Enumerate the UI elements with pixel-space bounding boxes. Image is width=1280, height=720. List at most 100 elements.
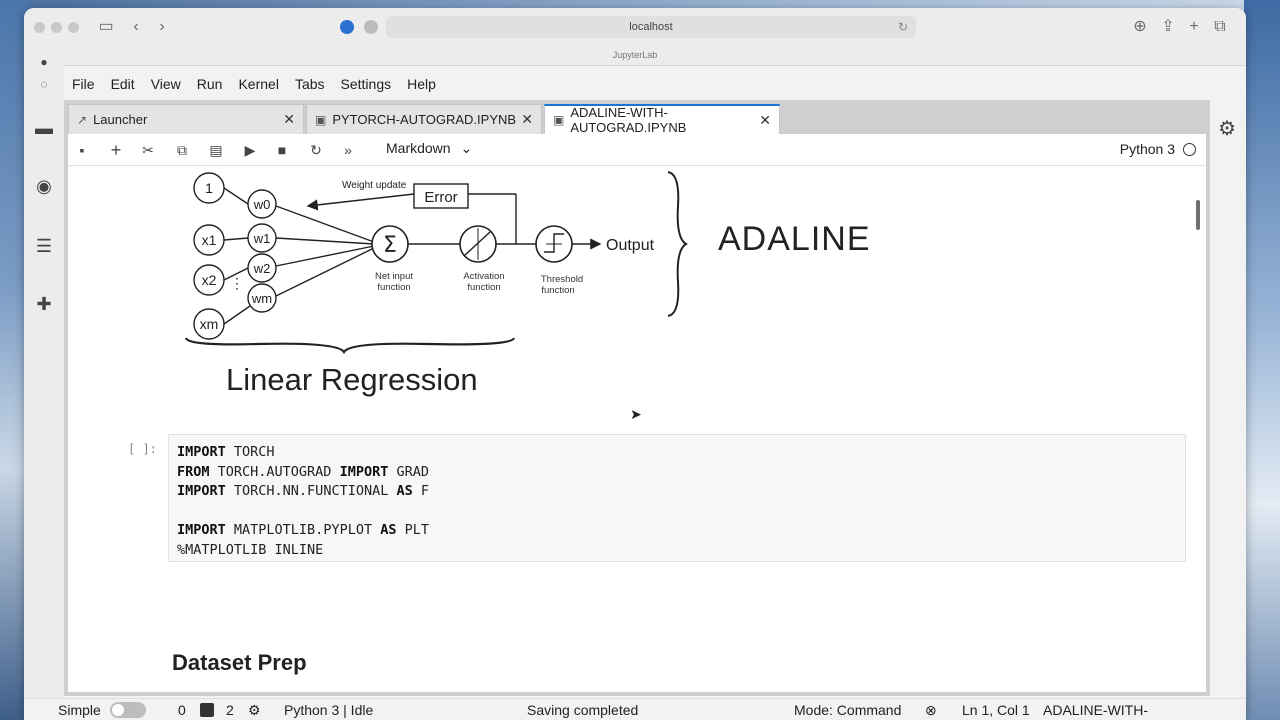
forward-icon[interactable]: › — [152, 18, 172, 36]
back-icon[interactable]: ‹ — [126, 18, 146, 36]
menu-edit[interactable]: Edit — [103, 76, 143, 92]
save-icon[interactable]: ▪ — [72, 140, 92, 160]
menu-run[interactable]: Run — [189, 76, 231, 92]
activation-caption-1: Activation — [463, 271, 504, 282]
linear-regression-brace — [184, 337, 516, 355]
paste-icon[interactable]: ▤ — [206, 140, 226, 160]
input-nodes — [193, 172, 225, 340]
folder-icon[interactable]: ▬ — [32, 116, 56, 140]
menu-view[interactable]: View — [143, 76, 189, 92]
mouse-cursor-icon: ➤ — [630, 406, 642, 422]
code-cell[interactable]: IMPORT TORCH FROM TORCH.AUTOGRAD IMPORT G… — [168, 434, 1186, 562]
insert-cell-icon[interactable]: + — [106, 140, 126, 160]
terminals-count[interactable]: 0 — [178, 702, 186, 718]
run-all-icon[interactable]: » — [338, 140, 358, 160]
net-input-caption-2: function — [377, 282, 410, 293]
output-label: Output — [606, 237, 655, 254]
new-tab-icon[interactable]: + — [1184, 18, 1204, 36]
close-icon[interactable]: ✕ — [283, 111, 295, 128]
close-icon[interactable]: ✕ — [759, 112, 771, 129]
code-editor[interactable]: IMPORT TORCH FROM TORCH.AUTOGRAD IMPORT G… — [177, 443, 429, 560]
scrollbar-thumb[interactable] — [1196, 200, 1200, 230]
menu-tabs[interactable]: Tabs — [287, 76, 333, 92]
trust-icon[interactable]: ⊗ — [925, 702, 937, 719]
cursor-position[interactable]: Ln 1, Col 1 — [962, 702, 1030, 718]
close-window-button[interactable] — [34, 22, 45, 33]
copy-icon[interactable]: ⧉ — [172, 140, 192, 160]
tab-overview-icon[interactable]: ⧉ — [1210, 18, 1230, 36]
input-1-label: 1 — [205, 180, 213, 196]
code-text: TORCH.NN.FUNCTIONAL — [225, 483, 397, 499]
kernels-count[interactable]: 2 — [226, 702, 234, 718]
status-filename: ADALINE-WITH-AUTOGRAD.IPYNB — [1043, 702, 1168, 720]
restart-icon[interactable]: ↻ — [306, 140, 326, 160]
save-status: Saving completed — [527, 702, 639, 718]
input-x2-label: x2 — [202, 272, 217, 288]
weight-update-label: Weight update — [342, 180, 407, 191]
adaline-title: ADALINE — [718, 220, 871, 258]
share-icon[interactable]: ⇪ — [1158, 18, 1178, 36]
kernel-status-icon — [1183, 143, 1196, 156]
kernel-status[interactable]: Python 3 | Idle — [284, 702, 373, 718]
code-line: IMPORT TORCH.NN.FUNCTIONAL AS F — [177, 482, 429, 502]
weight-w0-label: w0 — [253, 197, 271, 212]
notebook-icon: ▣ — [315, 112, 327, 127]
extensions-icon[interactable]: ✚ — [32, 292, 56, 316]
code-text: PLT — [396, 522, 429, 538]
run-icon[interactable]: ▶ — [240, 140, 260, 160]
adaline-brace — [667, 171, 688, 317]
input-xm-label: xm — [200, 316, 219, 332]
zoom-window-button[interactable] — [68, 22, 79, 33]
simple-mode-toggle[interactable] — [110, 702, 146, 718]
terminal-icon — [200, 703, 214, 717]
statusbar: Simple 0 2 ⚙ Python 3 | Idle Saving comp… — [24, 698, 1246, 720]
reload-icon[interactable]: ↻ — [898, 16, 908, 38]
github-icon[interactable]: ● — [32, 50, 56, 74]
minimize-window-button[interactable] — [51, 22, 62, 33]
tab-adaline-with-autograd[interactable]: ▣ ADALINE-WITH-AUTOGRAD.IPYNB ✕ — [544, 104, 780, 135]
adaline-diagram: 1 x1 x2 xm w0 w1 w2 wm ⋮ Σ Error Weight … — [184, 171, 688, 355]
net-input-caption-1: Net input — [375, 271, 413, 282]
stop-icon[interactable]: ■ — [272, 140, 292, 160]
jupyter-left-sidebar: ● ◌ ▬ ◉ ☰ ✚ — [24, 48, 64, 720]
tab-label: Launcher — [93, 112, 148, 127]
tab-label: PYTORCH-AUTOGRAD.IPYNB — [332, 112, 517, 127]
menu-file[interactable]: File — [64, 76, 103, 92]
sidebar-toggle-icon[interactable]: ▭ — [96, 18, 116, 36]
code-keyword: AS — [396, 483, 413, 499]
property-inspector-icon[interactable]: ⚙ — [1218, 116, 1236, 141]
threshold-caption-1: Threshold — [541, 274, 583, 285]
download-icon[interactable]: ⊕ — [1130, 18, 1150, 36]
threshold-caption-2: function — [541, 285, 574, 296]
weight-w2-label: w2 — [253, 261, 271, 276]
code-line: IMPORT MATPLOTLIB.PYPLOT AS PLT — [177, 521, 429, 541]
notebook-panel[interactable]: 1 x1 x2 xm w0 w1 w2 wm ⋮ Σ Error Weight … — [68, 166, 1206, 692]
close-icon[interactable]: ✕ — [521, 111, 533, 128]
tab-label: ADALINE-WITH-AUTOGRAD.IPYNB — [570, 105, 687, 135]
menu-kernel[interactable]: Kernel — [230, 76, 286, 92]
menubar: File Edit View Run Kernel Tabs Settings Help — [64, 70, 444, 98]
tab-launcher[interactable]: ↗ Launcher ✕ — [68, 104, 304, 134]
address-bar[interactable]: localhost ↻ — [386, 16, 916, 38]
extension-icon[interactable] — [340, 20, 354, 34]
running-kernels-icon[interactable]: ◉ — [32, 174, 56, 198]
code-text: %MATPLOTLIB INLINE — [177, 541, 324, 558]
jupyter-logo-icon: ◌ — [40, 77, 48, 91]
tab-pytorch-autograd[interactable]: ▣ PYTORCH-AUTOGRAD.IPYNB ✕ — [306, 104, 542, 134]
menu-help[interactable]: Help — [399, 76, 444, 92]
window-controls — [34, 22, 79, 33]
menu-settings[interactable]: Settings — [333, 76, 400, 92]
cut-icon[interactable]: ✂ — [138, 140, 158, 160]
kernel-indicator[interactable]: Python 3 — [1120, 141, 1196, 157]
table-of-contents-icon[interactable]: ☰ — [32, 234, 56, 258]
code-keyword: IMPORT — [177, 444, 226, 460]
section-heading: Dataset Prep — [172, 650, 307, 675]
notebook-toolbar: ▪ + ✂ ⧉ ▤ ▶ ■ ↻ » Markdown ⌄ Python 3 — [68, 134, 1206, 166]
cell-type-select[interactable]: Markdown ⌄ — [386, 140, 472, 157]
notebook-mode: Mode: Command — [794, 702, 902, 718]
chevron-down-icon: ⌄ — [460, 140, 473, 156]
url-text: localhost — [629, 21, 673, 33]
code-text: TORCH.AUTOGRAD — [209, 463, 340, 480]
privacy-shield-icon[interactable] — [364, 20, 378, 34]
